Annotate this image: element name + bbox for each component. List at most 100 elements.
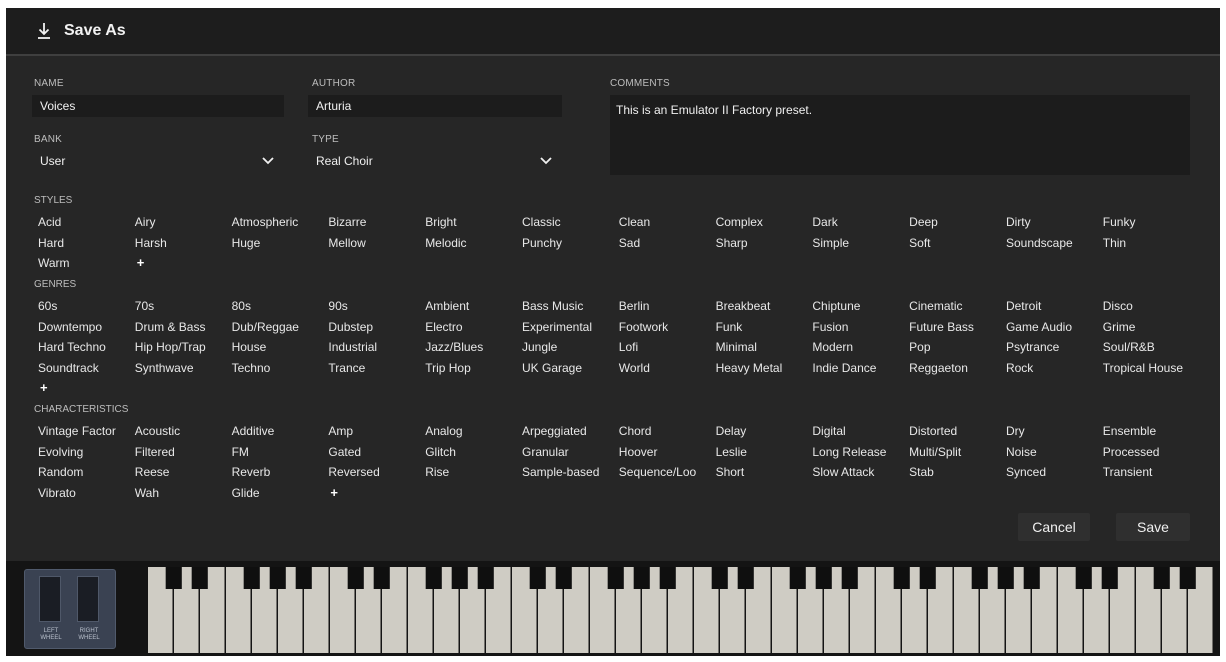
black-key[interactable] xyxy=(1153,567,1170,589)
characteristic-tag[interactable]: Dry xyxy=(1002,421,1099,442)
characteristic-tag[interactable]: Additive xyxy=(228,421,325,442)
style-tag[interactable]: Mellow xyxy=(324,233,421,254)
black-key[interactable] xyxy=(555,567,572,589)
genre-tag[interactable]: Experimental xyxy=(518,317,615,338)
genre-tag[interactable]: Psytrance xyxy=(1002,337,1099,358)
genre-tag[interactable]: 90s xyxy=(324,296,421,317)
characteristic-tag[interactable]: Glitch xyxy=(421,442,518,463)
genre-tag[interactable]: Grime xyxy=(1099,317,1196,338)
author-field[interactable]: Arturia xyxy=(308,95,562,117)
characteristic-tag[interactable]: Random xyxy=(34,462,131,483)
genre-tag[interactable]: Techno xyxy=(228,358,325,379)
black-key[interactable] xyxy=(373,567,390,589)
black-key[interactable] xyxy=(295,567,312,589)
characteristic-tag[interactable]: Multi/Split xyxy=(905,442,1002,463)
cancel-button[interactable]: Cancel xyxy=(1018,513,1090,541)
black-key[interactable] xyxy=(659,567,676,589)
black-key[interactable] xyxy=(1023,567,1040,589)
genre-tag[interactable]: Heavy Metal xyxy=(712,358,809,379)
genre-tag[interactable]: Funk xyxy=(712,317,809,338)
characteristic-tag[interactable]: Transient xyxy=(1099,462,1196,483)
characteristic-tag[interactable]: Sample-based xyxy=(518,462,615,483)
characteristic-tag[interactable]: Hoover xyxy=(615,442,712,463)
characteristic-tag[interactable]: Slow Attack xyxy=(808,462,905,483)
black-key[interactable] xyxy=(529,567,546,589)
genre-tag[interactable]: Bass Music xyxy=(518,296,615,317)
characteristic-tag[interactable]: Synced xyxy=(1002,462,1099,483)
characteristic-tag[interactable]: FM xyxy=(228,442,325,463)
genre-tag[interactable]: Pop xyxy=(905,337,1002,358)
genre-tag[interactable]: 60s xyxy=(34,296,131,317)
characteristic-tag[interactable]: Chord xyxy=(615,421,712,442)
black-key[interactable] xyxy=(1075,567,1092,589)
characteristic-tag[interactable]: Distorted xyxy=(905,421,1002,442)
right-wheel[interactable] xyxy=(77,576,99,622)
save-button[interactable]: Save xyxy=(1116,513,1190,541)
genre-tag[interactable]: Breakbeat xyxy=(712,296,809,317)
genre-tag[interactable]: Jungle xyxy=(518,337,615,358)
characteristic-tag[interactable]: Reversed xyxy=(324,462,421,483)
genre-tag[interactable]: Dub/Reggae xyxy=(228,317,325,338)
genre-tag[interactable]: Industrial xyxy=(324,337,421,358)
genre-tag[interactable]: Dubstep xyxy=(324,317,421,338)
style-tag[interactable]: Thin xyxy=(1099,233,1196,254)
black-key[interactable] xyxy=(191,567,208,589)
genre-tag[interactable]: Hard Techno xyxy=(34,337,131,358)
style-tag[interactable]: Clean xyxy=(615,212,712,233)
characteristic-tag[interactable]: Ensemble xyxy=(1099,421,1196,442)
comments-textarea[interactable]: This is an Emulator II Factory preset. xyxy=(610,95,1190,175)
black-key[interactable] xyxy=(997,567,1014,589)
style-tag[interactable]: Airy xyxy=(131,212,228,233)
genre-tag[interactable]: Drum & Bass xyxy=(131,317,228,338)
characteristic-tag[interactable]: Acoustic xyxy=(131,421,228,442)
genre-tag[interactable]: Chiptune xyxy=(808,296,905,317)
type-dropdown[interactable]: Real Choir xyxy=(308,150,562,172)
style-tag[interactable]: Dirty xyxy=(1002,212,1099,233)
style-add-tag-button[interactable]: + xyxy=(131,253,228,274)
style-tag[interactable]: Hard xyxy=(34,233,131,254)
genre-tag[interactable]: Modern xyxy=(808,337,905,358)
characteristic-tag[interactable]: Digital xyxy=(808,421,905,442)
style-tag[interactable]: Acid xyxy=(34,212,131,233)
characteristic-tag[interactable]: Gated xyxy=(324,442,421,463)
genre-tag[interactable]: Footwork xyxy=(615,317,712,338)
style-tag[interactable]: Huge xyxy=(228,233,325,254)
characteristic-tag[interactable]: Vintage Factor xyxy=(34,421,131,442)
black-key[interactable] xyxy=(243,567,260,589)
style-tag[interactable]: Complex xyxy=(712,212,809,233)
characteristic-tag[interactable]: Arpeggiated xyxy=(518,421,615,442)
genre-tag[interactable]: Trance xyxy=(324,358,421,379)
characteristic-tag[interactable]: Processed xyxy=(1099,442,1196,463)
style-tag[interactable]: Soft xyxy=(905,233,1002,254)
genre-tag[interactable]: Fusion xyxy=(808,317,905,338)
black-key[interactable] xyxy=(841,567,858,589)
characteristic-tag[interactable]: Rise xyxy=(421,462,518,483)
black-key[interactable] xyxy=(347,567,364,589)
characteristic-tag[interactable]: Stab xyxy=(905,462,1002,483)
style-tag[interactable]: Soundscape xyxy=(1002,233,1099,254)
black-key[interactable] xyxy=(269,567,286,589)
style-tag[interactable]: Warm xyxy=(34,253,131,274)
name-field[interactable]: Voices xyxy=(32,95,284,117)
genre-tag[interactable]: 70s xyxy=(131,296,228,317)
characteristic-tag[interactable]: Amp xyxy=(324,421,421,442)
genre-tag[interactable]: Electro xyxy=(421,317,518,338)
genre-tag[interactable]: Lofi xyxy=(615,337,712,358)
style-tag[interactable]: Bizarre xyxy=(324,212,421,233)
characteristic-tag[interactable]: Reverb xyxy=(228,462,325,483)
genre-tag[interactable]: Trip Hop xyxy=(421,358,518,379)
characteristic-tag[interactable]: Long Release xyxy=(808,442,905,463)
style-tag[interactable]: Atmospheric xyxy=(228,212,325,233)
genre-tag[interactable]: Rock xyxy=(1002,358,1099,379)
genre-tag[interactable]: Indie Dance xyxy=(808,358,905,379)
genre-tag[interactable]: Soul/R&B xyxy=(1099,337,1196,358)
characteristic-add-tag-button[interactable]: + xyxy=(324,483,421,504)
black-key[interactable] xyxy=(451,567,468,589)
style-tag[interactable]: Melodic xyxy=(421,233,518,254)
genre-tag[interactable]: Cinematic xyxy=(905,296,1002,317)
style-tag[interactable]: Sad xyxy=(615,233,712,254)
characteristic-tag[interactable]: Reese xyxy=(131,462,228,483)
style-tag[interactable]: Funky xyxy=(1099,212,1196,233)
black-key[interactable] xyxy=(1179,567,1196,589)
genre-tag[interactable]: Game Audio xyxy=(1002,317,1099,338)
